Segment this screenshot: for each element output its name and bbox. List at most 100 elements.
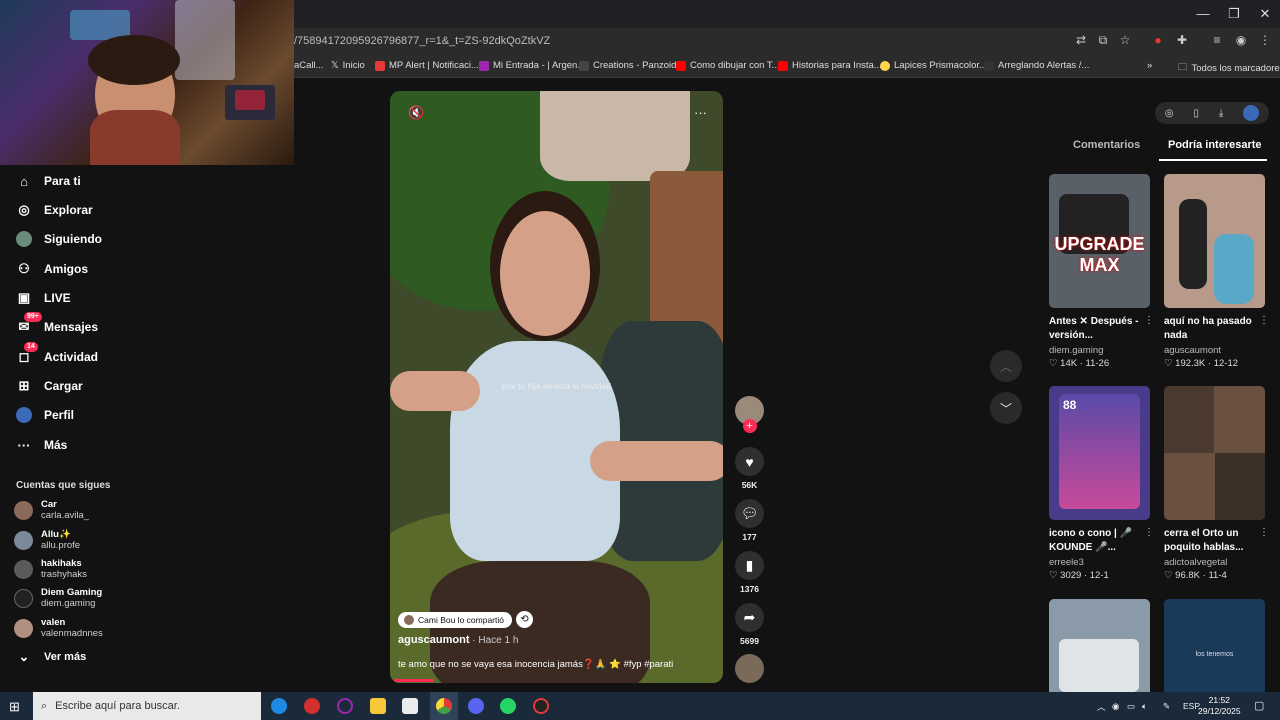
like-button[interactable]: ♥ 56K <box>735 447 764 490</box>
nav-cargar[interactable]: ⊞ Cargar <box>16 376 83 396</box>
extensions-icon[interactable]: ✚ <box>1173 33 1191 47</box>
bookmarks-overflow-button[interactable]: » <box>1147 60 1152 71</box>
nav-perfil[interactable]: Perfil <box>16 405 74 425</box>
compass-icon[interactable]: ◎ <box>1165 108 1174 119</box>
bookmark-item[interactable]: aCall... <box>294 60 324 71</box>
card-thumbnail[interactable] <box>1164 386 1265 520</box>
card-thumbnail[interactable]: UPGRADE MAX <box>1049 174 1150 308</box>
card-more-icon[interactable]: ⋮ <box>1259 315 1269 326</box>
sound-disc-button[interactable] <box>735 654 764 683</box>
nav-mas[interactable]: ··· Más <box>16 435 68 455</box>
following-account[interactable]: Diem Gaming diem.gaming <box>14 587 102 609</box>
see-more-button[interactable]: ⌄ Ver más <box>16 647 87 667</box>
nav-mensajes[interactable]: ✉ 99+ Mensajes <box>16 312 98 337</box>
card-title: aquí no ha pasado nada <box>1164 316 1252 341</box>
video-progress-bar[interactable] <box>394 679 434 682</box>
nav-explorar[interactable]: ◎ Explorar <box>16 200 92 220</box>
card-thumbnail[interactable] <box>1164 174 1265 308</box>
minimize-button[interactable]: — <box>1188 6 1218 21</box>
download-icon[interactable]: ⤓ <box>1219 108 1223 119</box>
nav-siguiendo[interactable]: Siguiendo <box>16 229 102 249</box>
file-explorer-icon[interactable] <box>370 698 386 714</box>
share-icon: ➦ <box>735 603 764 632</box>
tray-chevron-icon[interactable]: ︿ <box>1097 701 1106 713</box>
comment-button[interactable]: 💬︎ 177 <box>735 499 764 542</box>
previous-video-button[interactable]: ︿ <box>990 350 1022 382</box>
profile-icon[interactable]: ◉ <box>1232 33 1250 47</box>
phone-icon[interactable]: ▯ <box>1193 108 1199 119</box>
clock[interactable]: 21:52 29/12/2025 <box>1198 695 1241 717</box>
nav-live[interactable]: ▣ LIVE <box>16 288 71 308</box>
profile-avatar-icon[interactable] <box>1243 105 1260 121</box>
nav-para-ti[interactable]: ⌂ Para ti <box>16 171 81 191</box>
following-account[interactable]: Car carla.avila_ <box>14 499 89 521</box>
address-bar[interactable]: /75894172095926796877_r=1&_t=ZS-92dkQoZt… <box>294 28 1280 56</box>
store-icon[interactable] <box>402 698 418 714</box>
notifications-icon[interactable]: ▢ <box>1254 699 1264 712</box>
translate-icon[interactable]: ⇄ <box>1072 33 1090 47</box>
follow-plus-icon[interactable]: + <box>742 419 757 433</box>
bookmark-item[interactable]: Como dibujar con T... <box>676 60 780 71</box>
taskbar-search[interactable]: ⌕ Escribe aquí para buscar. <box>33 692 261 720</box>
shared-by-pill[interactable]: Cami Bou lo compartió <box>398 611 512 628</box>
mute-icon[interactable]: 🔇 <box>408 105 424 121</box>
card-more-icon[interactable]: ⋮ <box>1144 315 1154 326</box>
pen-icon[interactable]: ✎ <box>1163 701 1170 712</box>
bookmark-item[interactable]: Lapices Prismacolor... <box>880 60 987 71</box>
bookmark-item[interactable]: Arreglando Alertas /... <box>984 60 1089 71</box>
recommended-card[interactable]: los tenemos <box>1164 599 1265 692</box>
bookmark-item[interactable]: Creations - Panzoid <box>579 60 676 71</box>
card-thumbnail[interactable] <box>1049 599 1150 692</box>
url-text[interactable]: /75894172095926796877_r=1&_t=ZS-92dkQoZt… <box>294 35 550 47</box>
tray-app-icon[interactable]: ◉ <box>1112 701 1119 712</box>
video-options-icon[interactable]: ··· <box>694 105 707 120</box>
extension-record-icon[interactable]: ● <box>1149 33 1167 47</box>
close-window-button[interactable]: ✕ <box>1250 6 1280 22</box>
author-avatar-button[interactable]: + <box>735 396 764 433</box>
bookmark-item[interactable]: Historias para Insta... <box>778 60 882 71</box>
tab-podria-interesarte[interactable]: Podría interesarte <box>1168 139 1262 151</box>
all-bookmarks-button[interactable]: 🗀 Todos los marcadores <box>1178 60 1280 76</box>
windows-start-icon[interactable]: ⊞ <box>9 699 20 715</box>
media-icon[interactable]: ≡ <box>1208 33 1226 47</box>
bookmark-star-icon[interactable]: ☆ <box>1116 33 1134 47</box>
video-author[interactable]: aguscaumont · Hace 1 h <box>398 634 518 646</box>
opera-icon[interactable] <box>304 698 320 714</box>
discord-icon[interactable] <box>468 698 484 714</box>
card-more-icon[interactable]: ⋮ <box>1144 527 1154 538</box>
repost-icon[interactable]: ⟲ <box>515 611 533 628</box>
volume-icon[interactable]: 🔈︎ <box>1142 701 1147 712</box>
next-video-button[interactable]: ﹀ <box>990 392 1022 424</box>
nav-amigos[interactable]: ⚇ Amigos <box>16 259 88 279</box>
share-button[interactable]: ➦ 5699 <box>735 603 764 646</box>
chrome-icon[interactable] <box>436 698 452 714</box>
recommended-card[interactable]: UPGRADE MAX Antes ✕ Después - versión...… <box>1049 174 1154 369</box>
whatsapp-icon[interactable] <box>500 698 516 714</box>
edge-icon[interactable] <box>271 698 287 714</box>
nav-actividad[interactable]: ◻ 14 Actividad <box>16 342 98 367</box>
save-button[interactable]: ▮ 1376 <box>735 551 764 594</box>
opera-gx-icon[interactable] <box>337 698 353 714</box>
video-player[interactable]: 🔇 ··· pov tu hija analiza la navidad Cam… <box>390 91 723 683</box>
recommended-card[interactable]: 88 icono o cono | 🎤 KOUNDE 🎤... erreele3… <box>1049 386 1154 581</box>
card-thumbnail[interactable]: los tenemos <box>1164 599 1265 692</box>
obs-icon[interactable] <box>533 698 549 714</box>
following-account[interactable]: hakihaks trashyhaks <box>14 558 87 580</box>
network-icon[interactable]: ▭ <box>1127 701 1135 712</box>
card-thumbnail[interactable]: 88 <box>1049 386 1150 520</box>
bookmark-item[interactable]: MP Alert | Notificaci... <box>375 60 479 71</box>
recommended-card[interactable] <box>1049 599 1150 692</box>
recommended-card[interactable]: aquí no ha pasado nada aguscaumont ♡ 192… <box>1164 174 1269 369</box>
browser-menu-icon[interactable]: ⋮ <box>1256 33 1274 47</box>
card-more-icon[interactable]: ⋮ <box>1259 527 1269 538</box>
bookmark-item[interactable]: 𝕏 Inicio <box>331 60 365 71</box>
following-account[interactable]: Allu✨ allu.profe <box>14 529 80 551</box>
following-account[interactable]: valen valenmadnnes <box>14 617 103 639</box>
install-icon[interactable]: ⧉ <box>1094 33 1112 48</box>
recommended-card[interactable]: cerra el Orto un poquito hablas... adict… <box>1164 386 1269 581</box>
screen: { "browser": { "url": "/7589417209592679… <box>0 0 1280 720</box>
bookmark-item[interactable]: Mi Entrada - | Argen... <box>479 60 585 71</box>
restore-button[interactable]: ❐ <box>1219 6 1249 22</box>
card-stats: ♡ 3029 · 12-1 <box>1049 570 1109 581</box>
tab-comentarios[interactable]: Comentarios <box>1073 139 1140 151</box>
